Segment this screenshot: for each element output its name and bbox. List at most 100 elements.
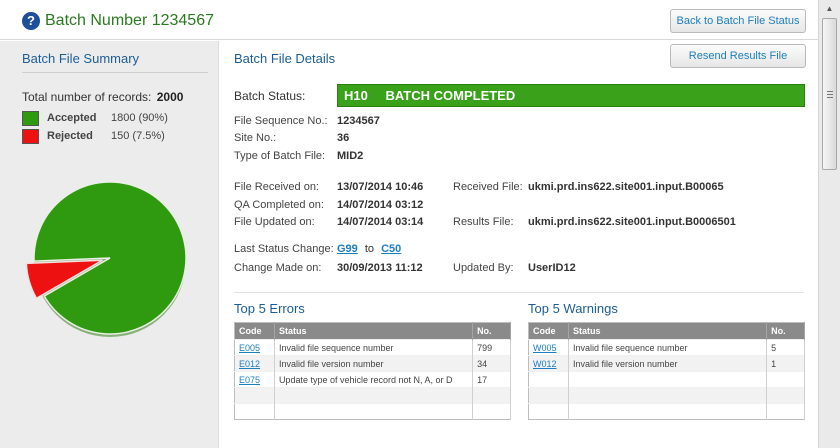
batch-file-type-label: Type of Batch File:: [234, 150, 326, 162]
error-code: E075: [234, 371, 275, 388]
rejected-value: 150 (7.5%): [111, 130, 165, 142]
batch-status-text: BATCH COMPLETED: [385, 88, 516, 103]
warning-status: Invalid file version number: [568, 355, 768, 372]
results-file-label: Results File:: [453, 216, 514, 228]
change-made-value: 30/09/2013 11:12: [337, 262, 423, 274]
site-value: 36: [337, 132, 350, 144]
error-code: E012: [234, 355, 275, 372]
updated-by-label: Updated By:: [453, 262, 514, 274]
records-pie-chart: [20, 166, 200, 346]
results-file-value: ukmi.prd.ins622.site001.input.B0006501: [528, 216, 736, 228]
warning-code: [528, 371, 569, 388]
pie-chart-svg: [25, 181, 187, 337]
status-to-link[interactable]: C50: [381, 243, 401, 255]
batch-summary-sidebar: Batch File Summary Total number of recor…: [0, 41, 219, 448]
accepted-value: 1800 (90%): [111, 112, 168, 124]
error-code-link[interactable]: E005: [239, 343, 260, 353]
error-status: Update type of vehicle record not N, A, …: [274, 371, 474, 388]
errors-col-status[interactable]: Status: [274, 322, 474, 340]
errors-col-no[interactable]: No.: [472, 322, 511, 340]
warning-status: Invalid file sequence number: [568, 339, 768, 356]
status-to-word: to: [364, 243, 375, 255]
table-row: [528, 387, 805, 404]
summary-divider: [22, 72, 208, 73]
grip-line: [827, 91, 833, 92]
last-status-change-value: G99 to C50: [337, 243, 401, 255]
file-sequence-label: File Sequence No.:: [234, 115, 328, 127]
page-title: Batch Number 1234567: [45, 12, 214, 29]
errors-col-code[interactable]: Code: [234, 322, 275, 340]
table-row: E005 Invalid file sequence number 799: [234, 339, 511, 356]
error-code-link[interactable]: E012: [239, 359, 260, 369]
back-to-batch-file-status-button[interactable]: Back to Batch File Status: [670, 9, 806, 33]
vertical-scrollbar[interactable]: ▲: [818, 0, 840, 448]
rejected-swatch: [22, 129, 39, 144]
table-row: [528, 371, 805, 388]
warnings-col-code[interactable]: Code: [528, 322, 569, 340]
change-made-label: Change Made on:: [234, 262, 322, 274]
warning-count: [766, 403, 805, 420]
warning-code-link[interactable]: W005: [533, 343, 557, 353]
warning-code-link[interactable]: W012: [533, 359, 557, 369]
top-errors-title: Top 5 Errors: [234, 301, 305, 316]
updated-by-value: UserID12: [528, 262, 576, 274]
table-row: [234, 387, 511, 404]
warning-count: [766, 387, 805, 404]
warning-count: [766, 371, 805, 388]
batch-status-label: Batch Status:: [234, 89, 306, 103]
top-warnings-title: Top 5 Warnings: [528, 301, 618, 316]
error-count: 799: [472, 339, 511, 356]
error-status: [274, 387, 474, 404]
status-from-link[interactable]: G99: [337, 243, 358, 255]
warning-code: [528, 387, 569, 404]
details-title: Batch File Details: [234, 51, 336, 66]
table-row: [528, 403, 805, 420]
warning-count: 5: [766, 339, 805, 356]
table-row: E075 Update type of vehicle record not N…: [234, 371, 511, 388]
warning-status: [568, 371, 768, 388]
scroll-up-arrow-icon[interactable]: ▲: [819, 0, 840, 17]
file-updated-label: File Updated on:: [234, 216, 315, 228]
error-count: 34: [472, 355, 511, 372]
total-records: Total number of records: 2000: [22, 90, 183, 104]
error-code: E005: [234, 339, 275, 356]
question-mark-icon[interactable]: ?: [22, 12, 40, 30]
grip-line: [827, 94, 833, 95]
accepted-swatch: [22, 111, 39, 126]
received-on-label: File Received on:: [234, 181, 319, 193]
error-count: [472, 403, 511, 420]
error-code: [234, 403, 275, 420]
warning-status: [568, 403, 768, 420]
total-records-label: Total number of records:: [22, 90, 152, 104]
batch-file-type-value: MID2: [337, 150, 364, 162]
error-status: Invalid file version number: [274, 355, 474, 372]
error-count: 17: [472, 371, 511, 388]
scrollbar-thumb[interactable]: [822, 18, 837, 170]
warning-code: [528, 403, 569, 420]
warnings-col-status[interactable]: Status: [568, 322, 768, 340]
error-code: [234, 387, 275, 404]
error-count: [472, 387, 511, 404]
qa-completed-value: 14/07/2014 03:12: [337, 199, 424, 211]
site-label: Site No.:: [234, 132, 277, 144]
table-row: [234, 403, 511, 420]
warnings-col-no[interactable]: No.: [766, 322, 805, 340]
table-row: W012 Invalid file version number 1: [528, 355, 805, 372]
table-row: W005 Invalid file sequence number 5: [528, 339, 805, 356]
warning-code: W005: [528, 339, 569, 356]
pie-slice-accepted: [33, 181, 187, 335]
received-file-value: ukmi.prd.ins622.site001.input.B00065: [528, 181, 724, 193]
warnings-header-row: Code Status No.: [528, 322, 805, 340]
file-sequence-value: 1234567: [337, 115, 380, 127]
accepted-label: Accepted: [47, 112, 97, 124]
batch-status-code: H10: [344, 88, 368, 103]
top-warnings-table: Code Status No. W005 Invalid file sequen…: [528, 322, 805, 420]
error-code-link[interactable]: E075: [239, 375, 260, 385]
table-row: E012 Invalid file version number 34: [234, 355, 511, 372]
resend-results-file-button[interactable]: Resend Results File: [670, 44, 806, 68]
warning-count: 1: [766, 355, 805, 372]
file-updated-value: 14/07/2014 03:14: [337, 216, 424, 228]
summary-title: Batch File Summary: [22, 51, 140, 66]
batch-status-badge: H10 BATCH COMPLETED: [337, 84, 805, 107]
error-status: Invalid file sequence number: [274, 339, 474, 356]
